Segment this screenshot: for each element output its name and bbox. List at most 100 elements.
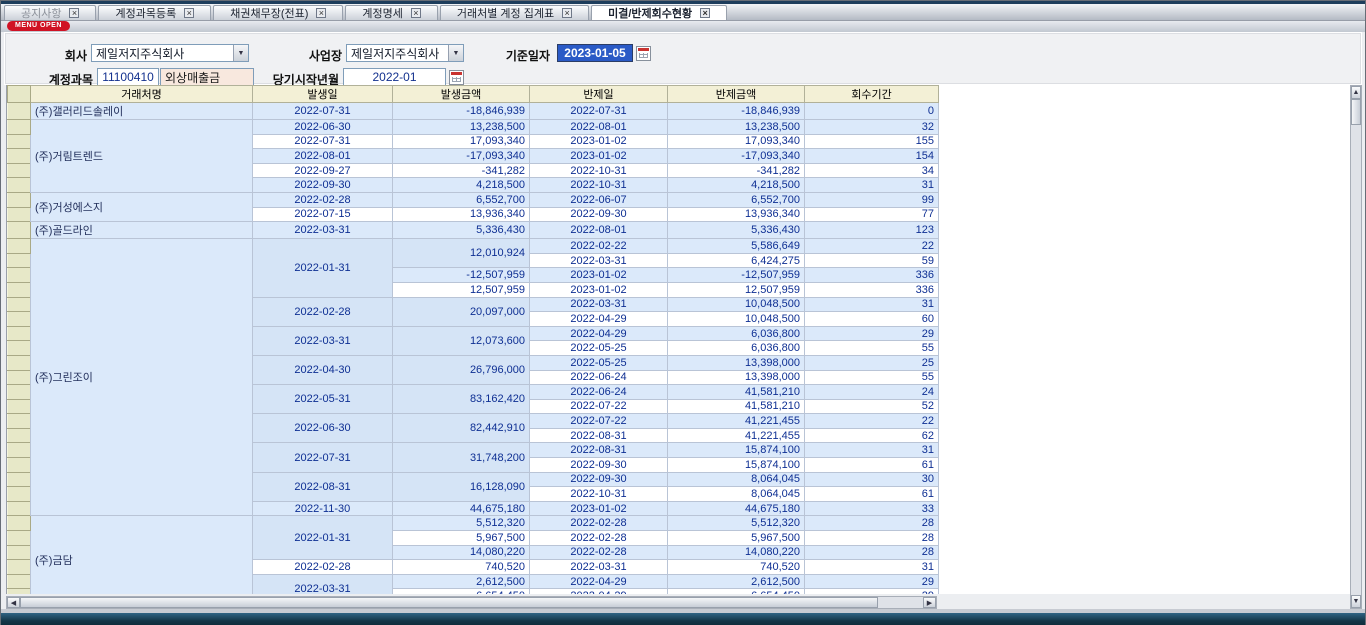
settle-amount-cell[interactable]: 2,612,500 <box>668 574 805 589</box>
settle-amount-cell[interactable]: 6,036,800 <box>668 326 805 341</box>
occur-amount-cell[interactable]: -18,846,939 <box>393 103 530 120</box>
occur-amount-cell[interactable]: -341,282 <box>393 163 530 178</box>
settle-amount-cell[interactable]: 5,512,320 <box>668 516 805 531</box>
settle-amount-cell[interactable]: 12,507,959 <box>668 282 805 297</box>
table-row[interactable]: (주)금담2022-01-315,512,3202022-02-285,512,… <box>8 516 939 531</box>
occur-date-cell[interactable]: 2022-07-31 <box>253 103 393 120</box>
settle-amount-cell[interactable]: 15,874,100 <box>668 443 805 458</box>
occur-amount-cell[interactable]: 6,552,700 <box>393 192 530 207</box>
settle-date-cell[interactable]: 2022-04-29 <box>530 589 668 594</box>
settle-amount-cell[interactable]: -17,093,340 <box>668 149 805 164</box>
horizontal-scroll-thumb[interactable] <box>20 597 878 608</box>
row-header-cell[interactable] <box>8 268 31 283</box>
settle-amount-cell[interactable]: 13,936,340 <box>668 207 805 222</box>
settle-date-cell[interactable]: 2022-08-31 <box>530 428 668 443</box>
row-header-cell[interactable] <box>8 516 31 531</box>
row-header-cell[interactable] <box>8 149 31 164</box>
base-date-input[interactable]: 2023-01-05 <box>557 44 633 62</box>
occur-date-cell[interactable]: 2022-02-28 <box>253 192 393 207</box>
occur-amount-cell[interactable]: 5,336,430 <box>393 222 530 239</box>
occur-date-cell[interactable]: 2022-01-31 <box>253 516 393 560</box>
collection-days-cell[interactable]: 31 <box>805 297 939 312</box>
occur-date-cell[interactable]: 2022-06-30 <box>253 120 393 135</box>
table-row[interactable]: (주)골드라인2022-03-315,336,4302022-08-015,33… <box>8 222 939 239</box>
collection-days-cell[interactable]: 52 <box>805 399 939 414</box>
occur-date-cell[interactable]: 2022-03-31 <box>253 574 393 594</box>
settle-amount-cell[interactable]: 41,221,455 <box>668 428 805 443</box>
collection-days-cell[interactable]: 55 <box>805 341 939 356</box>
row-header-cell[interactable] <box>8 531 31 546</box>
settle-amount-cell[interactable]: 6,552,700 <box>668 192 805 207</box>
customer-name-cell[interactable]: (주)골드라인 <box>31 222 253 239</box>
row-header-cell[interactable] <box>8 414 31 429</box>
row-header-cell[interactable] <box>8 163 31 178</box>
tab-close-icon[interactable]: × <box>69 8 79 18</box>
occur-amount-cell[interactable]: 83,162,420 <box>393 385 530 414</box>
settle-amount-cell[interactable]: 6,424,275 <box>668 253 805 268</box>
settle-date-cell[interactable]: 2022-08-01 <box>530 120 668 135</box>
customer-name-cell[interactable]: (주)거림트렌드 <box>31 120 253 193</box>
collection-days-cell[interactable]: 24 <box>805 385 939 400</box>
settle-date-cell[interactable]: 2023-01-02 <box>530 282 668 297</box>
settle-date-cell[interactable]: 2023-01-02 <box>530 268 668 283</box>
occur-amount-cell[interactable]: 16,128,090 <box>393 472 530 501</box>
occur-date-cell[interactable]: 2022-08-01 <box>253 149 393 164</box>
row-header-cell[interactable] <box>8 560 31 575</box>
settle-date-cell[interactable]: 2022-08-01 <box>530 222 668 239</box>
settle-amount-cell[interactable]: 8,064,045 <box>668 487 805 502</box>
settle-date-cell[interactable]: 2022-06-24 <box>530 370 668 385</box>
occur-date-cell[interactable]: 2022-07-15 <box>253 207 393 222</box>
chevron-down-icon[interactable]: ▼ <box>448 45 463 61</box>
settle-amount-cell[interactable]: 17,093,340 <box>668 134 805 149</box>
collection-days-cell[interactable]: 123 <box>805 222 939 239</box>
settle-amount-cell[interactable]: 41,221,455 <box>668 414 805 429</box>
settle-amount-cell[interactable]: -12,507,959 <box>668 268 805 283</box>
settle-date-cell[interactable]: 2022-02-28 <box>530 545 668 560</box>
row-header-cell[interactable] <box>8 312 31 327</box>
row-header-cell[interactable] <box>8 458 31 473</box>
settle-amount-cell[interactable]: 41,581,210 <box>668 385 805 400</box>
settle-date-cell[interactable]: 2022-07-22 <box>530 414 668 429</box>
occur-amount-cell[interactable]: -17,093,340 <box>393 149 530 164</box>
table-row[interactable]: (주)거림트렌드2022-06-3013,238,5002022-08-0113… <box>8 120 939 135</box>
settle-amount-cell[interactable]: 6,654,450 <box>668 589 805 594</box>
settle-date-cell[interactable]: 2023-01-02 <box>530 134 668 149</box>
occur-amount-cell[interactable]: 740,520 <box>393 560 530 575</box>
occur-amount-cell[interactable]: 2,612,500 <box>393 574 530 589</box>
settle-amount-cell[interactable]: -18,846,939 <box>668 103 805 120</box>
scroll-right-icon[interactable]: ▶ <box>923 597 936 608</box>
collection-days-cell[interactable]: 60 <box>805 312 939 327</box>
row-header-cell[interactable] <box>8 589 31 594</box>
row-header-cell[interactable] <box>8 239 31 254</box>
settle-amount-cell[interactable]: 6,036,800 <box>668 341 805 356</box>
tab-close-icon[interactable]: × <box>411 8 421 18</box>
tab-close-icon[interactable]: × <box>316 8 326 18</box>
settle-date-cell[interactable]: 2022-02-28 <box>530 516 668 531</box>
occur-amount-cell[interactable]: -12,507,959 <box>393 268 530 283</box>
collection-days-cell[interactable]: 22 <box>805 239 939 254</box>
row-header-cell[interactable] <box>8 341 31 356</box>
settle-amount-cell[interactable]: 44,675,180 <box>668 501 805 516</box>
row-header-cell[interactable] <box>8 103 31 120</box>
occur-date-cell[interactable]: 2022-03-31 <box>253 222 393 239</box>
settle-date-cell[interactable]: 2022-09-30 <box>530 207 668 222</box>
period-input[interactable]: 2022-01 <box>343 68 446 86</box>
collection-days-cell[interactable]: 0 <box>805 103 939 120</box>
settle-date-cell[interactable]: 2022-06-24 <box>530 385 668 400</box>
col-header-settle-amount[interactable]: 반제금액 <box>668 86 805 103</box>
occur-date-cell[interactable]: 2022-07-31 <box>253 443 393 472</box>
settle-amount-cell[interactable]: 4,218,500 <box>668 178 805 193</box>
customer-name-cell[interactable]: (주)거성에스지 <box>31 192 253 221</box>
customer-name-cell[interactable]: (주)갤러리드솔레이 <box>31 103 253 120</box>
collection-days-cell[interactable]: 336 <box>805 268 939 283</box>
calendar-icon[interactable] <box>449 70 464 85</box>
chevron-down-icon[interactable]: ▼ <box>233 45 248 61</box>
collection-days-cell[interactable]: 61 <box>805 487 939 502</box>
settle-amount-cell[interactable]: 5,586,649 <box>668 239 805 254</box>
occur-date-cell[interactable]: 2022-09-30 <box>253 178 393 193</box>
company-select[interactable]: 제일저지주식회사 ▼ <box>91 44 249 62</box>
collection-days-cell[interactable]: 31 <box>805 443 939 458</box>
occur-amount-cell[interactable]: 6,654,450 <box>393 589 530 594</box>
menu-open-button[interactable]: MENU OPEN <box>7 21 70 31</box>
collection-days-cell[interactable]: 28 <box>805 516 939 531</box>
